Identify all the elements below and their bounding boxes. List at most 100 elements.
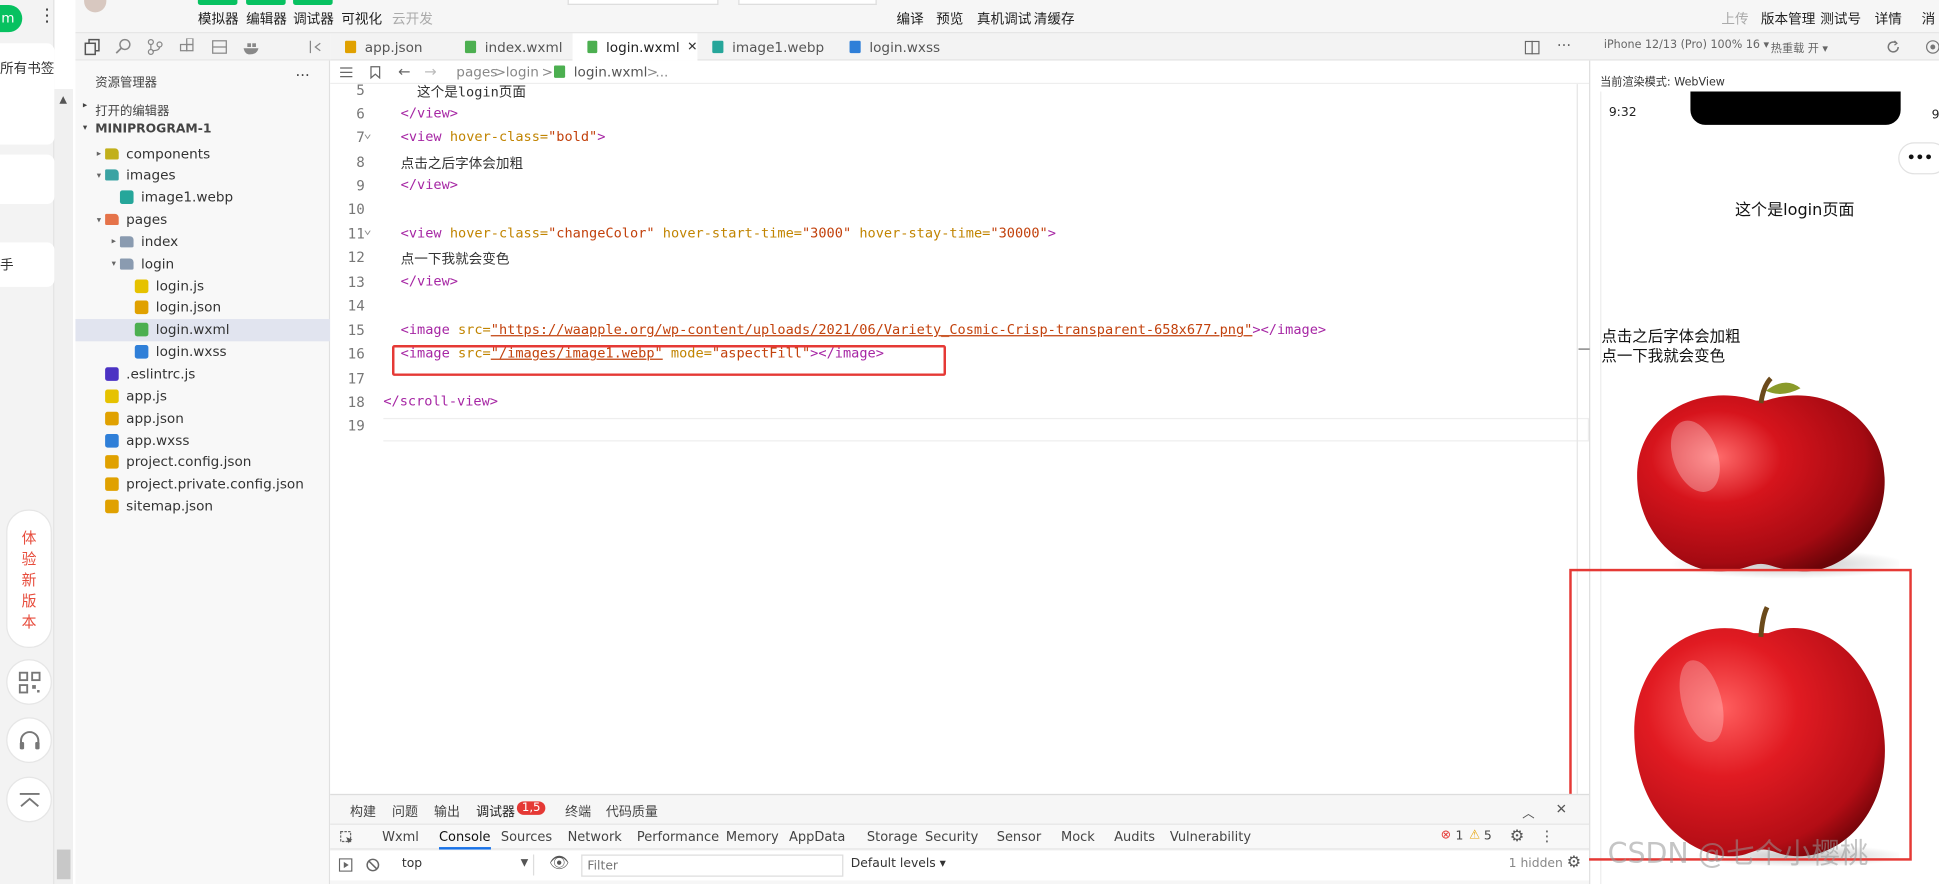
version-manager-button[interactable]: 版本管理 xyxy=(1761,9,1815,29)
tree-item[interactable]: ▸ components xyxy=(75,142,330,164)
error-icon[interactable]: ⊗ xyxy=(1441,829,1451,843)
devtools-inner-tab[interactable]: Security xyxy=(925,830,978,845)
devtools-inner-tab[interactable]: Sources xyxy=(501,830,552,845)
close-tab-icon[interactable]: ✕ xyxy=(687,40,697,54)
avatar[interactable]: m xyxy=(0,4,23,33)
clear-console-icon[interactable] xyxy=(366,858,380,872)
console-filter-input[interactable] xyxy=(581,854,844,877)
tree-item[interactable]: project.config.json xyxy=(75,451,330,473)
preview-button[interactable]: 预览 xyxy=(936,9,963,29)
device-select[interactable]: iPhone 12/13 (Pro) 100% 16 ▾ xyxy=(1604,40,1769,52)
tab-app-json[interactable]: app.json xyxy=(330,33,450,60)
bookmarks-card[interactable]: 所有书签 xyxy=(0,43,55,145)
gear-icon[interactable]: ⚙ xyxy=(1510,827,1524,846)
compile-button[interactable]: 编译 xyxy=(897,9,924,29)
devtools-inner-tab[interactable]: Console xyxy=(438,830,491,850)
login-page-text[interactable]: 这个是login页面 xyxy=(1735,197,1855,221)
qr-code-icon[interactable] xyxy=(6,659,52,705)
record-icon[interactable] xyxy=(1925,40,1939,55)
hot-reload-select[interactable]: 热重载 开 ▾ xyxy=(1771,40,1828,55)
back-arrow-icon[interactable]: ← xyxy=(398,63,410,80)
upload-button[interactable]: 上传 xyxy=(1721,9,1748,29)
remote-debug-button[interactable]: 真机调试 xyxy=(977,9,1031,29)
log-levels-select[interactable]: Default levels ▾ xyxy=(851,857,946,871)
warning-icon[interactable]: ⚠ xyxy=(1469,829,1480,843)
devtools-inner-tab[interactable]: Storage xyxy=(867,830,918,845)
sidebar-toggle-icon[interactable] xyxy=(338,858,353,872)
open-editors-section[interactable]: ▸ 打开的编辑器 xyxy=(75,98,330,119)
console-settings-icon[interactable]: ⚙ xyxy=(1567,853,1581,872)
breadcrumb-more[interactable]: ... xyxy=(655,64,668,80)
experience-new-version-button[interactable]: 体验新版本 xyxy=(6,509,52,648)
scroll-up-icon[interactable]: ▲ xyxy=(59,94,67,105)
tree-item[interactable]: ▾ images xyxy=(75,164,330,186)
fold-chevron-icon[interactable]: ⌄ xyxy=(364,125,372,141)
source-control-icon[interactable] xyxy=(147,38,163,56)
explorer-more-icon[interactable]: ··· xyxy=(296,67,310,84)
test-account-button[interactable]: 测试号 xyxy=(1820,9,1861,29)
scroll-thumb[interactable] xyxy=(56,849,71,880)
tab-login-wxss[interactable]: login.wxss xyxy=(835,33,959,60)
devtools-inner-tab[interactable]: Sensor xyxy=(997,830,1042,845)
more-vertical-icon[interactable]: ⋮ xyxy=(38,7,55,24)
inspect-element-icon[interactable] xyxy=(340,830,354,845)
forward-arrow-icon[interactable]: → xyxy=(424,63,436,80)
tree-item[interactable]: login.wxml xyxy=(75,318,331,342)
breadcrumb-login[interactable]: login xyxy=(506,64,539,80)
tree-item[interactable]: .eslintrc.js xyxy=(75,363,330,385)
capsule-menu-button[interactable]: ••• xyxy=(1898,142,1939,175)
tree-item[interactable]: ▾ login xyxy=(75,253,330,275)
collapse-panel-up-icon[interactable]: ︿ xyxy=(1522,803,1534,821)
clear-cache-button[interactable]: 清缓存 xyxy=(1034,9,1075,29)
tree-item[interactable]: login.json xyxy=(75,297,330,319)
tree-item[interactable]: sitemap.json xyxy=(75,495,330,517)
strip-card-partial[interactable]: 手 xyxy=(0,242,55,287)
search-icon[interactable] xyxy=(115,38,131,55)
devtools-inner-tab[interactable]: Performance xyxy=(637,830,719,845)
visual-button[interactable]: 可视化 xyxy=(341,9,382,29)
mode-select[interactable] xyxy=(567,0,719,5)
message-button[interactable]: 消 xyxy=(1922,9,1936,29)
devtools-inner-tab[interactable]: Wxml xyxy=(382,830,419,845)
devtools-tab[interactable]: 问题 xyxy=(392,803,418,822)
apple-image-remote[interactable] xyxy=(1627,376,1900,580)
devtools-inner-tab[interactable]: Memory xyxy=(726,830,779,845)
tree-item[interactable]: login.wxss xyxy=(75,341,330,363)
code-editor[interactable]: 5 这个是login页面 6 </view> 7 ⌄ <view hover-class=… xyxy=(330,82,1590,794)
devtools-tab[interactable]: 代码质量 xyxy=(606,803,658,822)
context-select[interactable]: top ▼ xyxy=(392,854,535,876)
tree-item[interactable]: ▾ pages xyxy=(75,208,330,230)
side-scrollbar[interactable]: ▲ xyxy=(54,89,73,884)
breadcrumb-pages[interactable]: pages xyxy=(456,64,497,80)
user-avatar[interactable] xyxy=(84,0,107,13)
cloud-dev-button[interactable]: 云开发 xyxy=(392,9,433,29)
cloud-storage-icon[interactable] xyxy=(211,38,227,55)
devtools-inner-tab[interactable]: AppData xyxy=(789,830,845,845)
split-editor-icon[interactable] xyxy=(1524,40,1540,55)
color-change-text[interactable]: 点一下我就会变色 xyxy=(1601,343,1725,366)
list-icon[interactable] xyxy=(340,67,353,78)
devtools-inner-tab[interactable]: Network xyxy=(568,830,622,845)
more-vertical-icon[interactable]: ⋮ xyxy=(1540,827,1555,844)
headset-support-icon[interactable] xyxy=(6,717,52,763)
eye-icon[interactable]: 👁 xyxy=(549,854,569,873)
devtools-inner-tab[interactable]: Audits xyxy=(1114,830,1155,845)
fold-chevron-icon[interactable]: ⌄ xyxy=(364,221,372,237)
breadcrumb-file[interactable]: login.wxml xyxy=(574,64,648,80)
devtools-tab[interactable]: 输出 xyxy=(434,803,460,822)
extensions-icon[interactable] xyxy=(179,38,195,55)
compile-mode-select[interactable] xyxy=(738,0,877,5)
devtools-tab[interactable]: 终端 xyxy=(565,803,591,822)
devtools-tab[interactable]: 构建 xyxy=(350,803,376,822)
tree-item[interactable]: project.private.config.json xyxy=(75,473,330,495)
tree-item[interactable]: app.wxss xyxy=(75,429,330,451)
refresh-icon[interactable] xyxy=(1886,40,1901,55)
tree-item[interactable]: app.json xyxy=(75,407,330,429)
project-section[interactable]: ▾ MINIPROGRAM-1 xyxy=(75,120,330,140)
copy-files-icon[interactable] xyxy=(84,38,100,56)
tab-image1-webp[interactable]: image1.webp xyxy=(697,33,834,60)
simulator-button[interactable]: 模拟器 xyxy=(198,9,239,29)
editor-button[interactable]: 编辑器 xyxy=(246,9,287,29)
debugger-button[interactable]: 调试器 xyxy=(293,9,334,29)
tree-item[interactable]: login.js xyxy=(75,275,330,297)
